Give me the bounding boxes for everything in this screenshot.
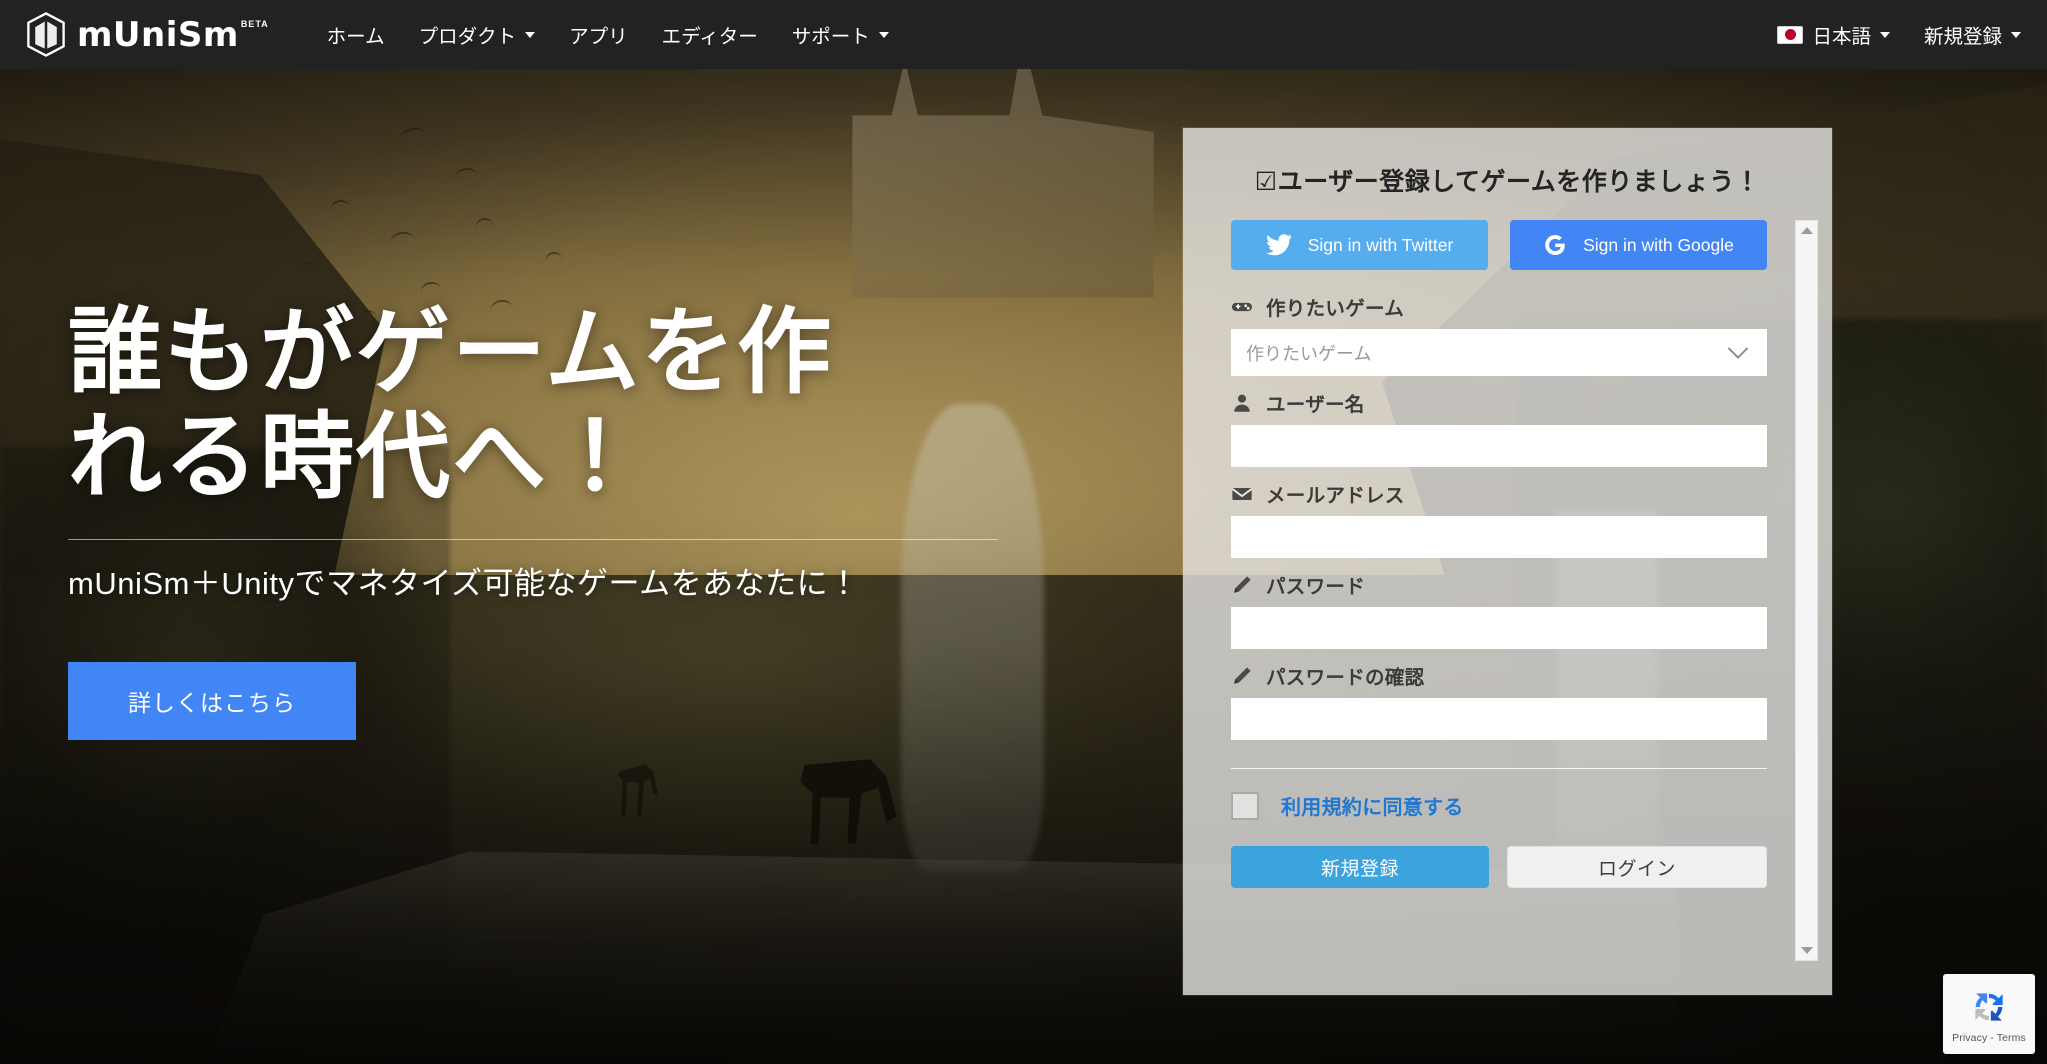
nav-item-home[interactable]: ホーム: [327, 20, 385, 49]
chevron-down-icon: [878, 31, 889, 38]
field-label: パスワード: [1266, 576, 1366, 598]
japan-flag-icon: [1777, 25, 1804, 44]
field-label-row: パスワード: [1231, 570, 1767, 599]
chevron-down-icon: [2011, 31, 2021, 38]
signup-panel: ☑ユーザー登録してゲームを作りましょう！ Sign in with Twitte…: [1183, 128, 1832, 995]
field-desired-game: 作りたいゲーム 作りたいゲーム: [1231, 292, 1767, 376]
signup-form-scrollbar[interactable]: [1795, 220, 1818, 961]
signup-form: Sign in with Twitter Sign in with Google: [1183, 220, 1795, 995]
account-label: 新規登録: [1923, 26, 2002, 48]
hero-heading-line-1: 誰もがゲームを作: [68, 298, 834, 407]
terms-link[interactable]: 利用規約に同意する: [1281, 791, 1464, 820]
google-signin-button[interactable]: Sign in with Google: [1510, 220, 1767, 270]
password-confirm-input[interactable]: [1231, 698, 1767, 740]
login-button[interactable]: ログイン: [1507, 846, 1767, 888]
account-signup-menu[interactable]: 新規登録: [1924, 20, 2021, 49]
field-password: パスワード: [1231, 570, 1767, 649]
desired-game-select[interactable]: 作りたいゲーム: [1231, 329, 1767, 376]
brand-logo[interactable]: mUniSm BETA: [26, 12, 269, 57]
field-email: メールアドレス: [1231, 479, 1767, 558]
learn-more-button[interactable]: 詳しくはこちら: [68, 661, 356, 740]
field-label: ユーザー名: [1266, 394, 1365, 416]
twitter-bird-icon: [1265, 234, 1292, 256]
brand-beta-badge: BETA: [240, 18, 269, 29]
email-input[interactable]: [1231, 516, 1767, 558]
field-label-row: パスワードの確認: [1231, 661, 1767, 690]
field-label-row: メールアドレス: [1231, 479, 1767, 508]
recaptcha-badge[interactable]: Privacy - Terms: [1943, 974, 2035, 1054]
nav-label: サポート: [791, 26, 870, 48]
hexagon-logo-icon: [27, 12, 65, 57]
social-signin-row: Sign in with Twitter Sign in with Google: [1231, 220, 1767, 270]
chevron-down-icon: [1879, 31, 1890, 38]
desired-game-select-wrapper: 作りたいゲーム: [1231, 329, 1767, 376]
signup-panel-body: Sign in with Twitter Sign in with Google: [1183, 220, 1832, 995]
nav-label: プロダクト: [418, 26, 517, 48]
terms-agreement-row: 利用規約に同意する: [1231, 769, 1767, 820]
language-selector[interactable]: 日本語: [1777, 20, 1890, 49]
hero-heading: 誰もがゲームを作 れる時代へ！: [68, 300, 1048, 511]
user-icon: [1234, 394, 1250, 412]
google-signin-label: Sign in with Google: [1583, 234, 1734, 255]
nav-label: アプリ: [569, 26, 628, 48]
nav-item-support[interactable]: サポート: [792, 20, 889, 49]
page-root: mUniSm BETA ホーム プロダクト アプリ エディター サポート 日本語…: [0, 0, 2047, 1064]
field-label-row: 作りたいゲーム: [1231, 292, 1767, 321]
field-label-row: ユーザー名: [1231, 388, 1767, 417]
nav-label: エディター: [661, 26, 758, 48]
twitter-signin-button[interactable]: Sign in with Twitter: [1231, 220, 1488, 270]
site-header: mUniSm BETA ホーム プロダクト アプリ エディター サポート 日本語…: [0, 0, 2047, 69]
google-g-icon: [1545, 235, 1565, 255]
chevron-down-icon: [525, 31, 536, 38]
nav-item-app[interactable]: アプリ: [569, 20, 628, 49]
pencil-icon: [1234, 666, 1251, 684]
signup-submit-button[interactable]: 新規登録: [1231, 846, 1489, 888]
brand-name: mUniSm: [77, 14, 239, 55]
field-label: パスワードの確認: [1266, 667, 1425, 689]
header-right-controls: 日本語 新規登録: [1777, 20, 2021, 49]
hero-divider: [68, 538, 998, 540]
envelope-icon: [1231, 487, 1253, 500]
pencil-icon: [1234, 575, 1251, 593]
field-label: 作りたいゲーム: [1266, 298, 1405, 320]
password-input[interactable]: [1231, 607, 1767, 649]
field-label: メールアドレス: [1266, 485, 1405, 507]
terms-checkbox[interactable]: [1231, 791, 1259, 820]
nav-item-product[interactable]: プロダクト: [419, 20, 536, 49]
recaptcha-icon: [1975, 992, 2003, 1021]
scroll-up-arrow-icon[interactable]: [1800, 227, 1813, 234]
signup-panel-title: ☑ユーザー登録してゲームを作りましょう！: [1254, 168, 1761, 196]
scroll-down-arrow-icon[interactable]: [1800, 947, 1813, 954]
main-navigation: ホーム プロダクト アプリ エディター サポート: [327, 20, 889, 49]
nav-item-editor[interactable]: エディター: [662, 20, 758, 49]
recaptcha-label: Privacy - Terms: [1952, 1031, 2026, 1044]
field-username: ユーザー名: [1231, 388, 1767, 467]
hero-heading-line-2: れる時代へ！: [68, 403, 645, 513]
nav-label: ホーム: [326, 26, 385, 48]
language-label: 日本語: [1812, 26, 1871, 48]
twitter-signin-label: Sign in with Twitter: [1307, 234, 1454, 255]
form-action-buttons: 新規登録 ログイン: [1231, 820, 1767, 912]
gamepad-icon: [1231, 302, 1253, 311]
username-input[interactable]: [1231, 425, 1767, 467]
hero-subtitle: mUniSm＋Unityでマネタイズ可能なゲームをあなたに！: [68, 565, 860, 601]
field-password-confirm: パスワードの確認: [1231, 661, 1767, 740]
hero-section: 誰もがゲームを作 れる時代へ！ mUniSm＋Unityでマネタイズ可能なゲーム…: [68, 300, 1048, 740]
